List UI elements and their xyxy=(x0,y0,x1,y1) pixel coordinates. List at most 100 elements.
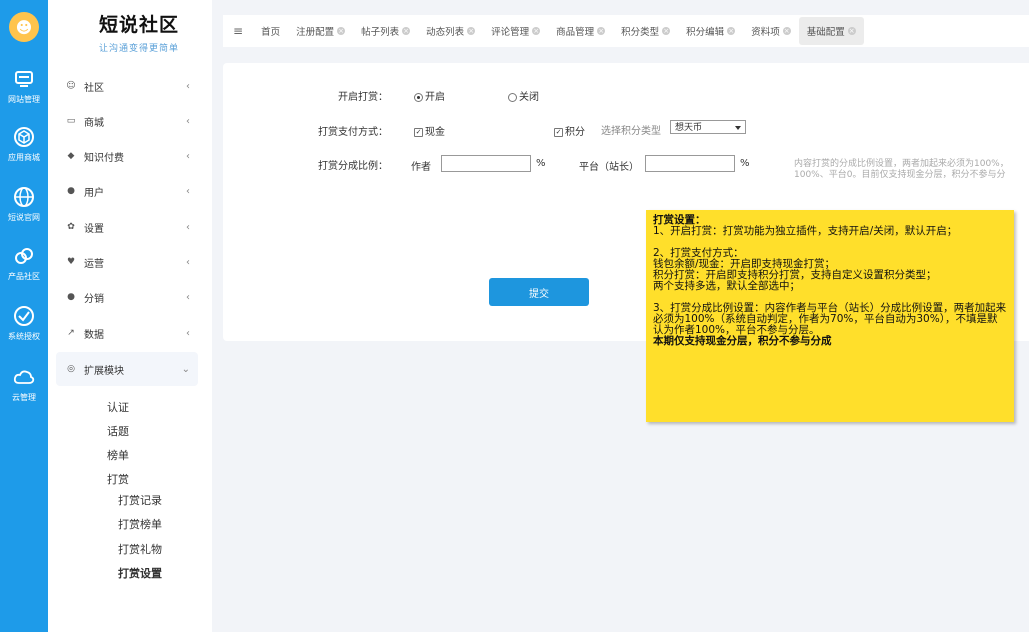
tab-register-config[interactable]: 注册配置 × xyxy=(288,17,353,45)
sidebar-item-community[interactable]: ☺ 社区 ‹ xyxy=(56,69,198,103)
monitor-icon xyxy=(11,66,37,92)
enable-on-radio[interactable]: 开启 xyxy=(414,88,445,103)
sidebar-item-paid-knowledge[interactable]: ◆ 知识付费 ‹ xyxy=(56,139,198,173)
tab-comment-admin[interactable]: 评论管理 × xyxy=(483,17,548,45)
tab-points-type[interactable]: 积分类型 × xyxy=(613,17,678,45)
link-icon xyxy=(11,243,37,269)
chevron-left-icon: ‹ xyxy=(186,327,190,339)
author-ratio-input[interactable] xyxy=(441,155,531,172)
chart-line-icon: ↗ xyxy=(67,328,75,338)
tab-feed-list[interactable]: 动态列表 × xyxy=(418,17,483,45)
radio-checked-icon xyxy=(414,92,423,102)
author-label: 作者 xyxy=(411,162,431,173)
sidebar-item-label: 商城 xyxy=(84,117,104,129)
sidebar-sub-reward-gifts[interactable]: 打赏礼物 xyxy=(118,541,162,557)
tab-post-list[interactable]: 帖子列表 × xyxy=(353,17,418,45)
sidebar-item-data[interactable]: ↗ 数据 ‹ xyxy=(56,316,198,350)
app-rail: ☻ 网站管理 应用商城 短说官网 产品社区 系统授权 云管理 xyxy=(0,0,48,632)
sidebar-item-label: 知识付费 xyxy=(84,152,124,164)
rail-item-site-admin[interactable]: 网站管理 xyxy=(0,66,48,105)
sidebar-item-users[interactable]: ● 用户 ‹ xyxy=(56,174,198,208)
menu-toggle-icon[interactable]: ≡ xyxy=(223,17,253,45)
chevron-left-icon: ‹ xyxy=(186,150,190,162)
rail-item-app-store[interactable]: 应用商城 xyxy=(0,124,48,163)
tab-close-icon[interactable]: × xyxy=(337,27,346,35)
enable-reward-label: 开启打赏： xyxy=(338,92,388,103)
sidebar-item-settings[interactable]: ✿ 设置 ‹ xyxy=(56,210,198,244)
sidebar-item-distribution[interactable]: ● 分销 ‹ xyxy=(56,280,198,314)
pay-method-label: 打赏支付方式： xyxy=(318,127,388,138)
sidebar-sub-rankings[interactable]: 榜单 xyxy=(107,447,129,463)
tab-basic-config[interactable]: 基础配置 × xyxy=(798,17,864,45)
note-line: 两个支持多选，默认全部选中； xyxy=(653,280,800,292)
brand-title: 短说社区 xyxy=(98,14,179,36)
sidebar-item-label: 用户 xyxy=(84,187,104,199)
tab-close-icon[interactable]: × xyxy=(847,27,856,35)
shield-check-icon xyxy=(11,303,37,329)
tab-bar: ≡ 首页 注册配置 × 帖子列表 × 动态列表 × 评论管理 × 商品管理 × 积分类型 ×… xyxy=(223,15,1029,47)
sidebar-item-label: 扩展模块 xyxy=(84,365,124,377)
checkbox-checked-icon: ✓ xyxy=(414,127,423,137)
sidebar-item-label: 社区 xyxy=(84,82,104,94)
sidebar-item-label: 运营 xyxy=(84,258,104,270)
chevron-left-icon: ‹ xyxy=(186,80,190,92)
rail-label: 应用商城 xyxy=(8,153,40,162)
users-icon: ● xyxy=(67,292,75,302)
tab-close-icon[interactable]: × xyxy=(467,27,476,35)
tab-product-admin[interactable]: 商品管理 × xyxy=(548,17,613,45)
tab-profile-fields[interactable]: 资料项 × xyxy=(743,17,799,45)
rail-label: 系统授权 xyxy=(8,332,40,341)
sidebar-sub-reward-settings[interactable]: 打赏设置 xyxy=(118,565,162,581)
rail-label: 产品社区 xyxy=(8,272,40,281)
rail-item-cloud[interactable]: 云管理 xyxy=(0,364,48,403)
rail-item-official-site[interactable]: 短说官网 xyxy=(0,184,48,223)
enable-off-radio[interactable]: 关闭 xyxy=(508,88,539,103)
platform-percent-sign: % xyxy=(740,158,750,169)
globe-icon xyxy=(11,184,37,210)
tab-home[interactable]: 首页 xyxy=(253,17,288,45)
tab-close-icon[interactable]: × xyxy=(782,27,791,35)
note-line-emphasis: 本期仅支持现金分层，积分不参与分成 xyxy=(653,335,832,347)
tab-close-icon[interactable]: × xyxy=(532,27,541,35)
tab-close-icon[interactable]: × xyxy=(597,27,606,35)
brand-slogan: 让沟通变得更简单 xyxy=(98,44,179,54)
split-ratio-label: 打赏分成比例： xyxy=(318,161,388,172)
rail-label: 云管理 xyxy=(12,393,36,402)
checkbox-checked-icon: ✓ xyxy=(554,127,563,137)
chevron-left-icon: ‹ xyxy=(186,185,190,197)
sidebar-sub-reward[interactable]: 打赏 xyxy=(107,471,129,487)
sidebar-item-operations[interactable]: ♥ 运营 ‹ xyxy=(56,245,198,279)
sidebar-sub-reward-rankings[interactable]: 打赏榜单 xyxy=(118,516,162,532)
chat-icon: ☺ xyxy=(66,81,76,91)
tab-points-edit[interactable]: 积分编辑 × xyxy=(678,17,743,45)
sidebar-item-label: 数据 xyxy=(84,329,104,341)
graduation-cap-icon: ◆ xyxy=(67,151,75,161)
chevron-left-icon: ‹ xyxy=(186,115,190,127)
split-hint-line2: 100%、平台0。目前仅支持现金分层，积分不参与分 xyxy=(794,170,1006,180)
tab-close-icon[interactable]: × xyxy=(727,27,736,35)
caret-down-icon xyxy=(735,126,741,130)
pay-points-checkbox[interactable]: ✓ 积分 xyxy=(554,123,585,138)
sidebar-sub-reward-records[interactable]: 打赏记录 xyxy=(118,492,162,508)
tab-close-icon[interactable]: × xyxy=(662,27,671,35)
sidebar-item-label: 分销 xyxy=(84,293,104,305)
points-type-select[interactable]: 想天币 xyxy=(670,120,746,134)
rail-item-system-license[interactable]: 系统授权 xyxy=(0,303,48,342)
note-line: 3、打赏分成比例设置：内容作者与平台（站长）分成比例设置，两者加起来必须为100… xyxy=(653,302,1007,336)
user-icon: ● xyxy=(67,186,75,196)
chevron-down-icon: ⌄ xyxy=(181,363,190,375)
chevron-left-icon: ‹ xyxy=(186,221,190,233)
heartbeat-icon: ♥ xyxy=(66,257,76,267)
brand-logo: 短说社区 让沟通变得更简单 xyxy=(89,10,189,54)
sidebar-item-mall[interactable]: ▭ 商城 ‹ xyxy=(56,104,198,138)
sidebar: 短说社区 让沟通变得更简单 ☺ 社区 ‹ ▭ 商城 ‹ ◆ 知识付费 ‹ ● 用… xyxy=(48,0,212,632)
pay-cash-checkbox[interactable]: ✓ 现金 xyxy=(414,123,445,138)
sidebar-sub-verification[interactable]: 认证 xyxy=(107,399,129,415)
radio-unchecked-icon xyxy=(508,92,517,102)
rail-item-product-community[interactable]: 产品社区 xyxy=(0,243,48,282)
sidebar-sub-topics[interactable]: 话题 xyxy=(107,423,129,439)
platform-ratio-input[interactable] xyxy=(645,155,735,172)
tab-close-icon[interactable]: × xyxy=(402,27,411,35)
sidebar-item-extensions[interactable]: ◎ 扩展模块 ⌄ xyxy=(56,352,198,386)
submit-button[interactable]: 提交 xyxy=(489,278,589,306)
